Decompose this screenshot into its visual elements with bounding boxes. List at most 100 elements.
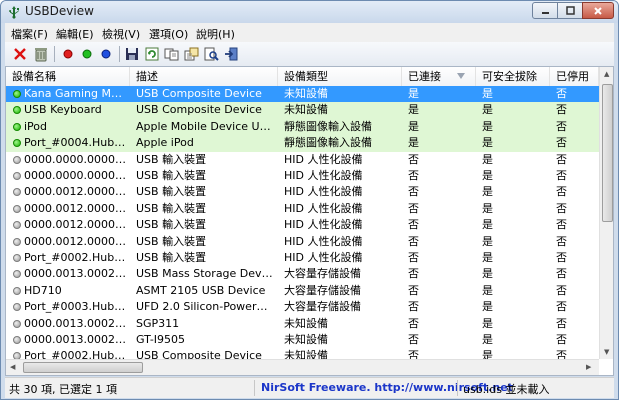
menu-options[interactable]: 選項(O)	[149, 26, 188, 42]
cell-description: Apple Mobile Device USB D...	[136, 119, 274, 133]
list-header: 設備名稱 描述 設備類型 已連接 可安全拔除 已停用	[6, 67, 599, 87]
cell-connected: 否	[408, 267, 419, 281]
column-safe-to-remove[interactable]: 可安全拔除	[476, 67, 550, 86]
status-count: 共 30 項, 已選定 1 項	[9, 383, 117, 396]
table-row[interactable]: Port_#0003.Hub_#0... UFD 2.0 Silicon-Powe…	[6, 299, 599, 316]
refresh-button[interactable]	[143, 45, 161, 63]
cell-device-type: HID 人性化設備	[284, 152, 363, 166]
close-button[interactable]	[582, 2, 614, 19]
vertical-scrollbar[interactable]: ▲ ▼	[599, 67, 613, 359]
cell-connected: 否	[408, 316, 419, 330]
cell-device-name: Kana Gaming Mouse	[24, 87, 128, 100]
column-connected-label: 已連接	[408, 70, 441, 83]
device-list[interactable]: 設備名稱 描述 設備類型 已連接 可安全拔除 已停用 Kana Gaming M…	[5, 66, 614, 376]
cell-connected: 否	[408, 218, 419, 232]
cell-safe-to-remove: 是	[482, 316, 493, 330]
cell-description: UFD 2.0 Silicon-Power8G US...	[136, 300, 274, 314]
disconnected-status-icon	[13, 221, 21, 230]
cell-description: GT-I9505	[136, 333, 186, 346]
cell-connected: 否	[408, 152, 419, 166]
cell-safe-to-remove: 是	[482, 87, 493, 100]
table-row[interactable]: Port_#0004.Hub_#0... Apple iPod 靜態圖像輸入設備 是 是…	[6, 135, 599, 152]
cell-connected: 是	[408, 87, 419, 100]
cell-description: USB Mass Storage Device	[136, 267, 274, 281]
cell-safe-to-remove: 是	[482, 300, 493, 314]
cell-disabled: 否	[556, 87, 567, 100]
vertical-scroll-thumb[interactable]	[602, 84, 613, 222]
scroll-up-icon[interactable]: ▲	[604, 70, 609, 78]
menu-help[interactable]: 說明(H)	[196, 26, 235, 42]
table-row[interactable]: 0000.0012.0000.002... USB 輸入裝置 HID 人性化設備 否 是…	[6, 234, 599, 251]
column-disabled[interactable]: 已停用	[550, 67, 599, 86]
refresh-icon	[145, 47, 159, 61]
cell-safe-to-remove: 是	[482, 103, 493, 117]
cell-safe-to-remove: 是	[482, 333, 493, 346]
copy-button[interactable]	[162, 45, 180, 63]
title-bar[interactable]: USBDeview	[1, 1, 618, 23]
table-row[interactable]: HD710 ASMT 2105 USB Device 大容量存儲設備 否 是 否	[6, 283, 599, 300]
cell-connected: 是	[408, 103, 419, 117]
horizontal-scroll-thumb[interactable]	[23, 362, 143, 373]
cell-description: USB Composite Device	[136, 87, 262, 100]
cell-description: ASMT 2105 USB Device	[136, 283, 266, 297]
maximize-button[interactable]	[557, 2, 583, 19]
column-connected[interactable]: 已連接	[402, 67, 476, 86]
table-row[interactable]: 0000.0012.0000.001... USB 輸入裝置 HID 人性化設備 否 是…	[6, 201, 599, 218]
scroll-down-icon[interactable]: ▼	[604, 348, 609, 356]
exit-button[interactable]	[222, 45, 240, 63]
scroll-right-icon[interactable]: ▶	[586, 363, 591, 371]
properties-icon	[184, 47, 198, 61]
cell-device-type: HID 人性化設備	[284, 234, 363, 248]
table-row[interactable]: 0000.0013.0002.004... USB Mass Storage De…	[6, 266, 599, 283]
cell-device-name: 0000.0013.0002.004...	[24, 267, 128, 281]
table-row[interactable]: USB Keyboard USB Composite Device 未知設備 是 是 否	[6, 102, 599, 119]
table-row[interactable]: Port_#0002.Hub_#0... USB 輸入裝置 HID 人性化設備 否 是 否	[6, 250, 599, 267]
cell-device-name: Port_#0004.Hub_#0...	[24, 136, 128, 150]
cell-disabled: 否	[556, 333, 567, 346]
uninstall-button[interactable]	[32, 45, 50, 63]
cell-description: USB 輸入裝置	[136, 218, 207, 232]
column-device-type[interactable]: 設備類型	[278, 67, 402, 86]
properties-button[interactable]	[182, 45, 200, 63]
table-row[interactable]: 0000.0000.0000.000... USB 輸入裝置 HID 人性化設備 否 是…	[6, 152, 599, 169]
status-divider	[457, 380, 458, 396]
blue-dot-button[interactable]	[97, 45, 115, 63]
table-row[interactable]: 0000.0013.0002.003... GT-I9505 未知設備 否 是 否	[6, 332, 599, 349]
horizontal-scrollbar[interactable]: ◀ ▶	[6, 359, 599, 375]
minimize-button[interactable]	[532, 2, 558, 19]
cell-safe-to-remove: 是	[482, 218, 493, 232]
table-row[interactable]: 0000.0012.0000.002... USB 輸入裝置 HID 人性化設備 否 是…	[6, 217, 599, 234]
menu-file[interactable]: 檔案(F)	[11, 26, 48, 42]
toolbar-separator	[54, 46, 55, 62]
cell-connected: 否	[408, 234, 419, 248]
status-divider	[254, 380, 255, 396]
cell-disabled: 否	[556, 218, 567, 232]
table-row[interactable]: 0000.0013.0002.002... SGP311 未知設備 否 是 否	[6, 316, 599, 333]
column-description[interactable]: 描述	[130, 67, 278, 86]
table-row[interactable]: 0000.0000.0000.000... USB 輸入裝置 HID 人性化設備 否 是…	[6, 168, 599, 185]
cell-connected: 否	[408, 300, 419, 314]
connected-status-icon	[13, 139, 21, 148]
sort-arrow-icon	[457, 73, 465, 79]
cell-safe-to-remove: 是	[482, 251, 493, 264]
disconnected-status-icon	[13, 155, 21, 164]
save-button[interactable]	[123, 45, 141, 63]
red-dot-button[interactable]	[59, 45, 77, 63]
scroll-left-icon[interactable]: ◀	[10, 363, 15, 371]
menu-edit[interactable]: 編輯(E)	[56, 26, 94, 42]
column-device-name[interactable]: 設備名稱	[6, 67, 130, 86]
toolbar-separator	[119, 46, 120, 62]
cell-device-name: USB Keyboard	[24, 103, 102, 117]
status-usbids: usb.ids 並未載入	[463, 383, 550, 396]
find-icon	[204, 47, 219, 61]
menu-view[interactable]: 檢視(V)	[102, 26, 140, 42]
table-row[interactable]: iPod Apple Mobile Device USB D... 靜態圖像輸入設備…	[6, 118, 599, 136]
exit-icon	[224, 47, 237, 61]
table-row[interactable]: Kana Gaming Mouse USB Composite Device 未知設…	[6, 86, 599, 103]
find-button[interactable]	[202, 45, 220, 63]
table-row[interactable]: 0000.0012.0000.001... USB 輸入裝置 HID 人性化設備 否 是…	[6, 184, 599, 201]
cell-disabled: 否	[556, 251, 567, 264]
cell-device-name: 0000.0000.0000.000...	[24, 152, 128, 166]
disconnect-button[interactable]	[11, 45, 29, 63]
green-dot-button[interactable]	[78, 45, 96, 63]
